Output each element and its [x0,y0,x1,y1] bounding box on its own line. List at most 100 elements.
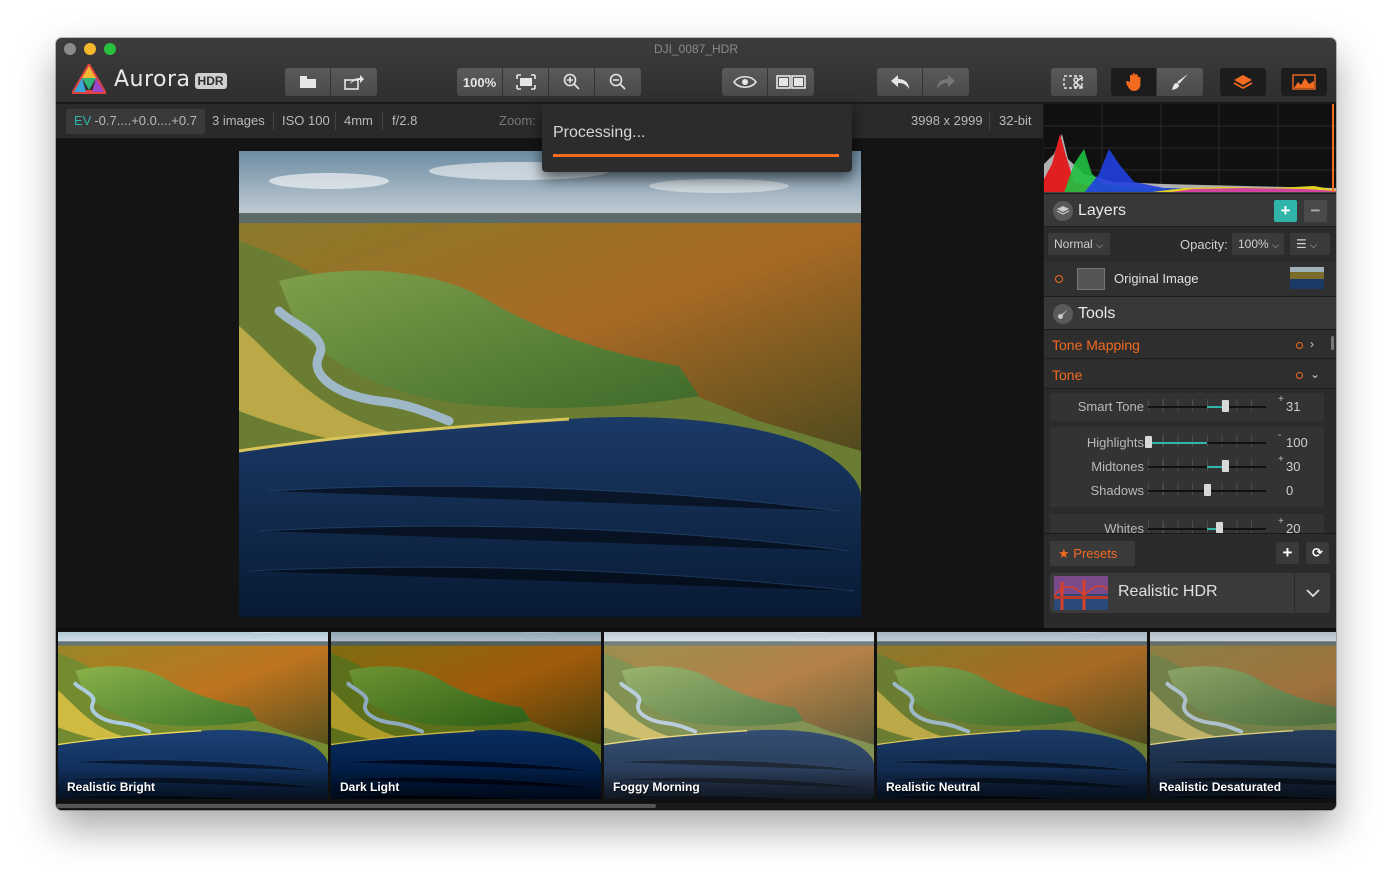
slider-label: Smart Tone [1077,399,1144,414]
slider-label: Midtones [1091,459,1144,474]
layer-options-menu[interactable]: ☰ ⌵ [1290,233,1330,255]
filmstrip-scrollbar[interactable] [56,803,1336,809]
slider-highlights[interactable]: Highlights - 100 [1050,430,1324,454]
app-window: DJI_0087_HDR Aurora HDR 100% EV -0.7....… [56,38,1336,810]
slider-value: 31 [1286,399,1301,414]
layers-title: Layers [1078,202,1127,219]
slider-handle[interactable] [1145,436,1152,448]
fit-screen-button[interactable] [503,68,549,96]
preset-thumb[interactable]: Foggy Morning [604,632,874,799]
preset-dropdown-toggle[interactable] [1294,573,1330,613]
whites-group: Whites + 20 [1050,514,1324,533]
layer-name: Original Image [1114,271,1199,286]
remove-layer-button[interactable]: − [1304,200,1327,222]
tone-sliders-group: Highlights - 100 Midtones + 30 Shadows 0 [1050,427,1324,507]
histogram-button-group [1281,68,1327,96]
processing-dialog: Processing... [542,104,852,172]
chevron-right-icon[interactable]: › [1310,337,1314,351]
preview-eye-icon [732,75,757,89]
slider-value: 30 [1286,459,1301,474]
minus-icon: − [1310,201,1321,220]
image-canvas[interactable] [56,139,1043,628]
slider-handle[interactable] [1215,522,1223,533]
preview-button[interactable] [722,68,768,96]
window-title: DJI_0087_HDR [653,42,739,56]
hand-tool-button[interactable] [1111,68,1157,96]
redo-button[interactable] [923,68,969,96]
focal-length: 4mm [344,113,373,128]
tools-header: Tools [1044,296,1336,330]
preset-thumb[interactable]: Realistic Neutral [877,632,1147,799]
layers-icon [1233,75,1253,90]
filter-toggle[interactable] [1296,342,1303,349]
slider-handle[interactable] [1221,460,1229,472]
landscape-photo-image [239,151,861,617]
slider-label: Shadows [1090,483,1144,498]
opacity-value: 100% [1238,237,1269,251]
slider-shadows[interactable]: Shadows 0 [1050,480,1324,502]
plus-icon: + [1280,201,1291,220]
slider-value: 100 [1286,435,1308,450]
presets-bar: ★ Presets + ⟳ Realistic HDR [1044,533,1336,628]
processing-text: Processing... [553,124,646,141]
brush-tool-button[interactable] [1157,68,1203,96]
ev-label: EV [74,113,92,128]
histogram [1044,104,1336,193]
presets-button[interactable]: ★ Presets [1050,541,1135,566]
filmstrip-scroll-thumb[interactable] [56,804,656,808]
plus-icon: + [1282,543,1293,562]
slider-whites[interactable]: Whites + 20 [1050,516,1324,533]
aurora-logo-icon [72,64,106,94]
open-button[interactable] [285,68,331,96]
zoom-in-button[interactable] [549,68,595,96]
slider-smart-tone[interactable]: Smart Tone + 31 [1050,394,1324,418]
chevron-down-icon[interactable]: ⌄ [1310,367,1320,381]
zoom-in-icon [563,73,580,90]
preset-select[interactable]: Realistic HDR [1050,573,1330,613]
layer-row[interactable]: Original Image [1044,262,1336,296]
opacity-select[interactable]: 100% ⌵ [1232,233,1284,255]
undo-button[interactable] [877,68,923,96]
preset-thumb[interactable]: Realistic Bright [58,632,328,799]
filter-name: Tone [1052,367,1083,383]
chevron-down-icon: ⌵ [1096,240,1103,250]
zoom-100-button[interactable]: 100% [457,68,503,96]
share-button[interactable] [331,68,377,96]
slider-midtones[interactable]: Midtones + 30 [1050,454,1324,478]
fit-screen-icon [515,74,536,90]
preset-thumb-label: Realistic Bright [67,780,156,794]
app-name: Aurora [114,66,191,92]
slider-handle[interactable] [1221,400,1229,412]
view-buttons [722,68,814,96]
preset-thumb[interactable]: Dark Light [331,632,601,799]
chevron-down-icon: ⌵ [1310,240,1317,250]
slider-label: Highlights [1086,435,1144,450]
main-photo[interactable] [239,151,861,617]
layer-visibility-toggle[interactable] [1055,275,1063,283]
compare-button[interactable] [768,68,814,96]
crop-button[interactable] [1051,68,1097,96]
histogram-icon [1292,74,1316,90]
slider-handle[interactable] [1204,484,1211,496]
filter-tone[interactable]: Tone ⌄ [1044,361,1336,389]
add-preset-button[interactable]: + [1276,542,1299,564]
ev-value: -0.7....+0.0....+0.7 [94,113,197,128]
file-buttons [285,68,377,96]
layers-button[interactable] [1220,68,1266,96]
tools-scrollbar[interactable] [1331,336,1334,350]
slider-sign: + [1278,394,1284,405]
filter-tone-mapping[interactable]: Tone Mapping › [1044,331,1336,359]
add-layer-button[interactable]: + [1274,200,1297,222]
preset-thumb[interactable]: Realistic Desaturated [1150,632,1336,799]
refresh-presets-button[interactable]: ⟳ [1306,542,1329,564]
filter-toggle[interactable] [1296,372,1303,379]
preset-thumb-label: Foggy Morning [613,780,700,794]
history-buttons [877,68,969,96]
smart-tone-group: Smart Tone + 31 [1050,393,1324,421]
crop-button-group [1051,68,1097,96]
image-dimensions: 3998 x 2999 [911,113,983,128]
zoom-out-button[interactable] [595,68,641,96]
slider-sign: + [1278,516,1284,527]
blend-mode-select[interactable]: Normal ⌵ [1048,233,1110,255]
histogram-button[interactable] [1281,68,1327,96]
